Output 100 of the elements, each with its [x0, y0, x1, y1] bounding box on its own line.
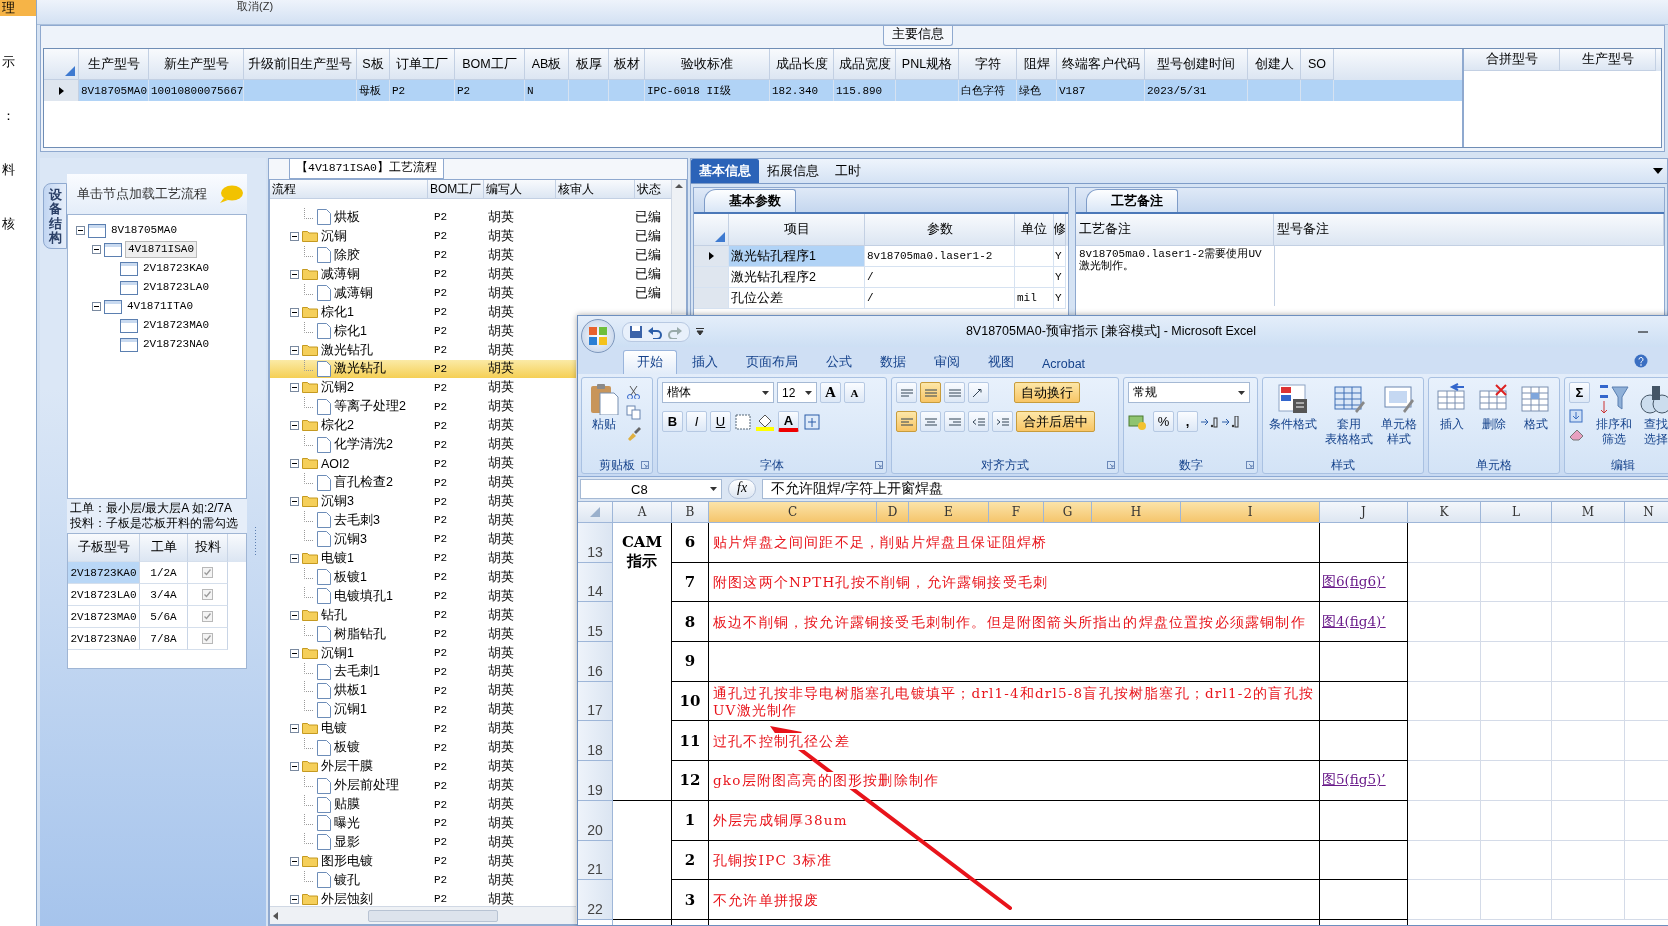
italic-button[interactable]: I — [686, 411, 707, 432]
panel-tab[interactable]: 工艺备注 — [1086, 189, 1178, 212]
table-cell[interactable]: 激光钻孔程序1 — [729, 246, 865, 267]
process-name[interactable]: 激光钻孔 — [334, 360, 386, 378]
align-orient-button[interactable] — [968, 382, 989, 403]
process-name[interactable]: 外层前处理 — [334, 777, 399, 795]
cut-icon[interactable] — [626, 385, 640, 399]
row-header[interactable]: 13 — [578, 523, 613, 563]
checkbox[interactable] — [202, 567, 213, 578]
table-cell[interactable]: 激光钻孔程序2 — [729, 267, 865, 288]
table-row[interactable]: 8V18705MA0 10010800075667 母板 P2 P2 N IPC-6018 II级 182.340 115.890 白色字符 绿色 V187 2023/5/31 — [44, 80, 1462, 101]
checkbox[interactable] — [202, 633, 213, 644]
sort-filter-button[interactable]: 排序和 筛选 — [1594, 382, 1634, 448]
tree-node[interactable]: 4V1871ISA0 — [125, 241, 197, 258]
checkbox[interactable] — [202, 611, 213, 622]
merge-center-button[interactable]: 合并后居中 — [1016, 411, 1095, 432]
column-header[interactable]: M — [1552, 502, 1625, 523]
vertical-tab[interactable]: 设备结构 — [43, 183, 67, 249]
row-header[interactable]: 16 — [578, 642, 613, 682]
ribbon-tab[interactable]: 开始 — [623, 350, 677, 374]
row-header[interactable]: 18 — [578, 721, 613, 762]
process-name[interactable]: 烘板1 — [334, 682, 367, 700]
name-box[interactable]: C8 — [580, 479, 722, 499]
collapse-icon[interactable] — [290, 648, 299, 658]
tree-node[interactable]: 2V18723MA0 — [141, 318, 211, 333]
comma-button[interactable]: , — [1177, 411, 1198, 432]
process-name[interactable]: 外层干膜 — [321, 758, 373, 776]
row-header[interactable]: 21 — [578, 840, 613, 881]
collapse-icon[interactable] — [92, 245, 101, 254]
dialog-launcher-icon[interactable] — [641, 461, 649, 469]
collapse-icon[interactable] — [290, 231, 299, 241]
menu-item[interactable]: 示 — [0, 54, 36, 70]
collapse-icon[interactable] — [290, 894, 299, 904]
row-header[interactable]: 15 — [578, 602, 613, 643]
process-name[interactable]: 激光钻孔 — [321, 341, 373, 359]
collapse-icon[interactable] — [290, 856, 299, 866]
dialog-launcher-icon[interactable] — [1246, 461, 1254, 469]
cancel-button[interactable]: 取消(Z) — [237, 0, 274, 12]
column-header[interactable]: H — [1092, 502, 1181, 523]
column-header[interactable]: 合拼型号 — [1464, 49, 1560, 71]
scroll-left-icon[interactable] — [273, 911, 278, 920]
process-name[interactable]: 除胶 — [334, 246, 360, 264]
insert-function-button[interactable]: fx — [728, 479, 757, 499]
process-name[interactable]: 镀孔 — [334, 871, 360, 889]
process-name[interactable]: 板镀1 — [334, 568, 367, 586]
column-header[interactable]: N — [1625, 502, 1668, 523]
process-name[interactable]: 沉铜2 — [321, 379, 354, 397]
column-header[interactable]: K — [1408, 502, 1481, 523]
eraser-icon[interactable] — [1569, 429, 1584, 441]
process-name[interactable]: 外层蚀刻 — [321, 890, 373, 906]
menu-item[interactable]: 料 — [0, 162, 36, 178]
process-name[interactable]: 沉铜 — [321, 227, 347, 245]
wrap-text-button[interactable]: 自动换行 — [1014, 382, 1080, 403]
column-header[interactable]: 型号备注 — [1274, 214, 1664, 246]
table-cell[interactable]: 孔位公差 — [729, 288, 865, 309]
table-cell[interactable]: 2V18723KA0 — [68, 562, 140, 584]
ribbon-tab[interactable]: 数据 — [867, 351, 919, 374]
grow-font-button[interactable]: A — [820, 382, 841, 403]
collapse-icon[interactable] — [290, 383, 299, 393]
find-button[interactable]: 查找 选择 — [1638, 382, 1668, 448]
column-header[interactable]: 参数 — [865, 214, 1015, 246]
bold-button[interactable]: B — [662, 411, 683, 432]
collapse-icon[interactable] — [290, 553, 299, 563]
format-button[interactable]: 格式 — [1518, 382, 1554, 433]
process-name[interactable]: 烘板 — [334, 208, 360, 226]
table-format-button[interactable]: 套用 表格格式 — [1323, 382, 1375, 448]
font-color-button[interactable]: A — [778, 411, 799, 432]
process-name[interactable]: 棕化1 — [321, 303, 354, 321]
format-painter-icon[interactable] — [626, 426, 641, 441]
collapse-icon[interactable] — [290, 724, 299, 734]
process-name[interactable]: 电镀填孔1 — [334, 587, 393, 605]
process-name[interactable]: 板镀 — [334, 739, 360, 757]
collapse-icon[interactable] — [290, 610, 299, 620]
process-name[interactable]: 钻孔 — [321, 606, 347, 624]
align-left-button[interactable] — [896, 411, 917, 432]
process-name[interactable]: 显影 — [334, 833, 360, 851]
ribbon-tab[interactable]: 审阅 — [921, 351, 973, 374]
align-middle-button[interactable] — [920, 382, 941, 403]
row-header[interactable]: 14 — [578, 562, 613, 603]
process-name[interactable]: 电镀1 — [321, 549, 354, 567]
align-right-button[interactable] — [944, 411, 965, 432]
process-name[interactable]: 贴膜 — [334, 796, 360, 814]
ribbon-tab[interactable]: 视图 — [975, 351, 1027, 374]
process-name[interactable]: 棕化1 — [334, 322, 367, 340]
panel-tab[interactable]: 基本参数 — [704, 189, 796, 212]
select-all-icon[interactable] — [715, 232, 725, 242]
decrease-decimal-icon[interactable] — [1222, 415, 1240, 428]
column-header[interactable]: B — [672, 502, 709, 523]
process-name[interactable]: 树脂钻孔 — [334, 625, 386, 643]
menu-item[interactable]: 理 — [0, 0, 36, 16]
process-name[interactable]: 沉铜1 — [334, 701, 367, 719]
table-cell[interactable]: 2V18723NA0 — [68, 628, 140, 650]
column-header[interactable]: A — [613, 502, 672, 523]
fill-color-icon[interactable] — [755, 412, 775, 431]
paste-button[interactable]: 粘贴 — [586, 382, 622, 433]
delete-button[interactable]: 删除 — [1476, 382, 1512, 433]
column-header[interactable]: G — [1044, 502, 1092, 523]
process-name[interactable]: 沉铜3 — [321, 493, 354, 511]
percent-button[interactable]: % — [1153, 411, 1174, 432]
row-header[interactable] — [44, 80, 79, 101]
